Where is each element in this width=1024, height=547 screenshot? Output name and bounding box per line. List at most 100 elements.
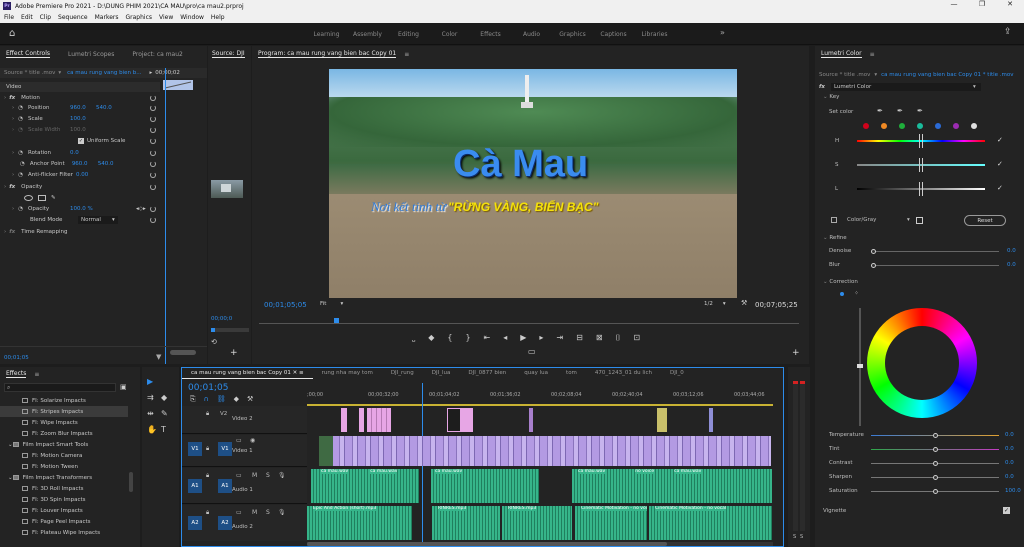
v2-clip[interactable] bbox=[529, 408, 533, 432]
lock-icon[interactable]: 🔒︎ bbox=[206, 472, 209, 480]
sequence-tab[interactable]: quay lua bbox=[515, 368, 557, 379]
share-icon[interactable]: ⇪ bbox=[1004, 27, 1012, 37]
v2-clip[interactable] bbox=[461, 408, 473, 432]
mark-in-icon[interactable]: ⎵ bbox=[412, 333, 415, 343]
rectangle-mask-icon[interactable] bbox=[38, 195, 46, 201]
mini-playhead[interactable] bbox=[165, 68, 166, 364]
effects-list-item[interactable]: FI: 3D Spin Impacts bbox=[0, 494, 128, 505]
color-swatch[interactable] bbox=[935, 123, 941, 129]
tab-effects[interactable]: Effects bbox=[6, 370, 27, 378]
ec-current-time[interactable]: 00;01;05 bbox=[4, 355, 29, 361]
step-forward-icon[interactable]: ▸ bbox=[539, 333, 543, 343]
reset-button[interactable]: Reset bbox=[964, 215, 1006, 226]
menu-graphics[interactable]: Graphics bbox=[126, 14, 153, 21]
comparison-view-icon[interactable]: ▭ bbox=[528, 347, 536, 356]
check-icon[interactable]: ✓ bbox=[997, 160, 1003, 168]
solo-left-button[interactable]: S bbox=[793, 534, 796, 540]
anchor-y-value[interactable]: 540.0 bbox=[98, 161, 114, 167]
linked-selection-icon[interactable]: ⛓ bbox=[217, 395, 226, 404]
v1-clip-strip[interactable] bbox=[319, 436, 771, 466]
workspace-effects[interactable]: Effects bbox=[470, 31, 511, 38]
tab-source[interactable]: Source: DJI bbox=[212, 50, 245, 58]
filter-icon[interactable]: ▼ bbox=[156, 353, 161, 361]
reset-scale-width-icon[interactable] bbox=[150, 127, 156, 133]
effects-search-input[interactable]: ⌕ bbox=[4, 383, 116, 392]
hand-tool-icon[interactable]: ✋ bbox=[147, 425, 161, 434]
tab-project[interactable]: Project: ca mau2 bbox=[132, 51, 182, 58]
slip-tool-icon[interactable]: ⇹ bbox=[147, 409, 161, 418]
audio-clip-a2[interactable]: RINRES.mp3 bbox=[432, 506, 500, 540]
v2-clip[interactable] bbox=[657, 408, 667, 432]
effects-list-item[interactable]: FI: Zoom Blur Impacts bbox=[0, 428, 128, 439]
color-swatch[interactable] bbox=[863, 123, 869, 129]
add-marker-icon[interactable]: ◆ bbox=[234, 395, 239, 404]
selection-tool-icon[interactable]: ▶ bbox=[147, 377, 161, 386]
effects-list-item[interactable]: FI: Page Peel Impacts bbox=[0, 516, 128, 527]
lock-icon[interactable]: 🔒︎ bbox=[206, 410, 209, 418]
panel-menu-icon[interactable]: ≡ bbox=[870, 51, 875, 58]
uniform-scale-checkbox[interactable]: ✓ bbox=[78, 138, 84, 144]
menu-file[interactable]: File bbox=[4, 14, 14, 21]
audio-clip-a2[interactable]: Cinematic Motivation - no vocal bbox=[649, 506, 772, 540]
color-swatch[interactable] bbox=[917, 123, 923, 129]
mute-button[interactable]: M bbox=[252, 472, 257, 479]
lift-icon[interactable]: ⊟ bbox=[576, 333, 583, 343]
toggle-output-icon[interactable]: ▭ bbox=[236, 437, 242, 444]
check-icon[interactable]: ✓ bbox=[997, 136, 1003, 144]
maximize-button[interactable]: ❐ bbox=[968, 0, 996, 12]
mark-out-bracket-icon[interactable]: } bbox=[465, 333, 470, 343]
audio-clip-a2[interactable]: Cinematic Motivation - no voi bbox=[575, 506, 647, 540]
play-only-icon[interactable]: ▸ bbox=[149, 70, 152, 76]
fit-dropdown[interactable]: Fit ▾ bbox=[320, 301, 352, 309]
luma-slider[interactable] bbox=[857, 308, 863, 426]
chevron-down-icon[interactable]: ▾ bbox=[874, 72, 877, 78]
v2-clip[interactable] bbox=[709, 408, 713, 432]
slider-knob[interactable] bbox=[933, 433, 938, 438]
slider-value[interactable]: 0.0 bbox=[1005, 460, 1014, 466]
audio-clip-a2[interactable]: Epic And Action (short).mp3 bbox=[307, 506, 412, 540]
track-id[interactable]: A2 bbox=[218, 516, 232, 530]
position-y-value[interactable]: 540.0 bbox=[96, 105, 112, 111]
lumetri-effect-select[interactable]: Lumetri Color bbox=[830, 83, 981, 91]
check-icon[interactable]: ✓ bbox=[997, 184, 1003, 192]
slider-value[interactable]: 100.0 bbox=[1005, 488, 1021, 494]
effects-list-item[interactable]: FI: Solarize Impacts bbox=[0, 395, 128, 406]
stopwatch-icon[interactable]: ◔ bbox=[18, 116, 23, 122]
effects-scrollbar[interactable] bbox=[129, 472, 133, 492]
workspace-editing[interactable]: Editing bbox=[388, 31, 429, 38]
effects-list-item[interactable]: FI: Plateau Wipe Impacts bbox=[0, 527, 128, 538]
stopwatch-icon[interactable]: ◔ bbox=[20, 161, 25, 167]
menu-clip[interactable]: Clip bbox=[40, 14, 51, 21]
rotation-value[interactable]: 0.0 bbox=[70, 150, 79, 156]
slider-value[interactable]: 0.0 bbox=[1005, 432, 1014, 438]
ripple-edit-tool-icon[interactable]: ◆ bbox=[161, 393, 175, 402]
color-swatch[interactable] bbox=[971, 123, 977, 129]
v2-clip[interactable] bbox=[447, 408, 461, 432]
wheel-mode-three-icon[interactable]: ⁘ bbox=[854, 290, 859, 297]
v2-clip[interactable] bbox=[367, 408, 391, 432]
go-to-out-icon[interactable]: ⇥ bbox=[556, 333, 563, 343]
go-to-in-icon[interactable]: ⇤ bbox=[484, 333, 491, 343]
eye-icon[interactable]: ◉ bbox=[250, 437, 255, 444]
slider-value[interactable]: 0.0 bbox=[1005, 446, 1014, 452]
workspace-audio[interactable]: Audio bbox=[511, 31, 552, 38]
sequence-tab[interactable]: DJI_rung bbox=[382, 368, 423, 379]
timeline-timecode[interactable]: 00;01;05 bbox=[188, 383, 228, 393]
home-icon[interactable]: ⌂ bbox=[9, 28, 15, 39]
blur-slider[interactable] bbox=[871, 263, 999, 268]
timeline-ruler[interactable]: ;00;00 00;00;32;00 00;01;04;02 00;01;36;02 0… bbox=[307, 383, 773, 405]
track-id[interactable]: A1 bbox=[218, 479, 232, 493]
sequence-tab[interactable]: DJI_lua bbox=[423, 368, 460, 379]
effects-list-item[interactable]: FI: Wipe Impacts bbox=[0, 417, 128, 428]
anchor-x-value[interactable]: 960.0 bbox=[72, 161, 98, 167]
voice-over-icon[interactable]: ▭ bbox=[236, 472, 242, 479]
effects-list-item[interactable]: FI: Stripes Impacts bbox=[0, 406, 128, 417]
workspace-color[interactable]: Color bbox=[429, 31, 470, 38]
workspace-overflow-icon[interactable]: » bbox=[720, 28, 725, 37]
denoise-value[interactable]: 0.0 bbox=[1007, 248, 1016, 254]
timeline-scrollbar[interactable] bbox=[307, 542, 773, 546]
antiflicker-value[interactable]: 0.00 bbox=[76, 172, 88, 178]
clip-label[interactable]: ca mau rung vang bien b... bbox=[67, 70, 141, 76]
mark-in-bracket-icon[interactable]: { bbox=[447, 333, 452, 343]
sequence-tab[interactable]: DJI_0 bbox=[661, 368, 693, 379]
